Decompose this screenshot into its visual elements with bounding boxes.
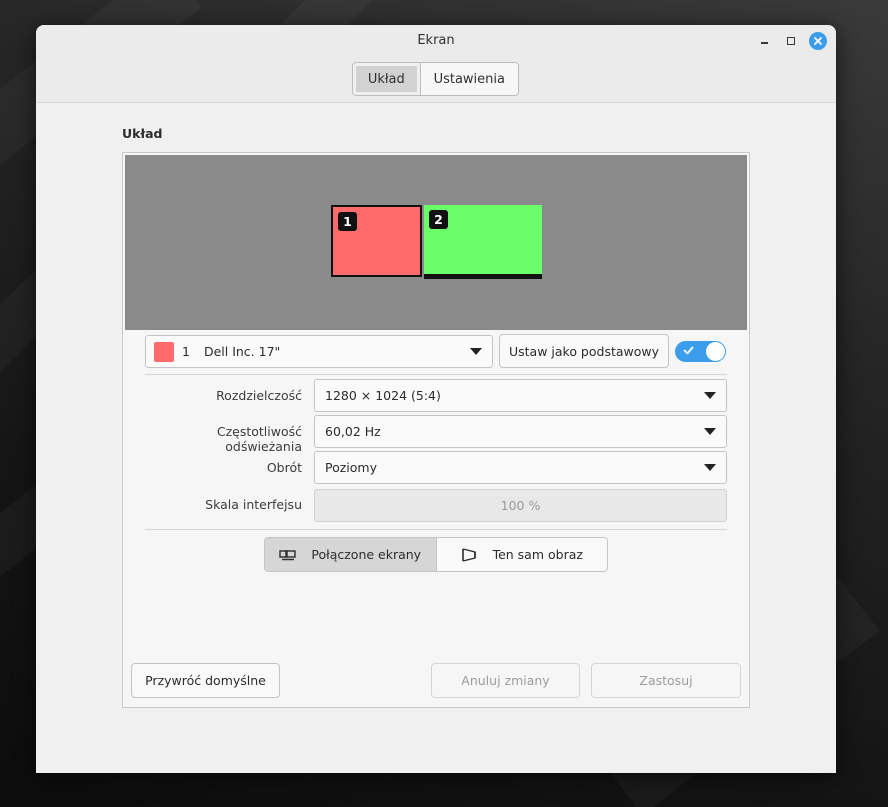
window-title: Ekran bbox=[417, 33, 455, 48]
section-title: Układ bbox=[122, 126, 163, 141]
resolution-label: Rozdzielczość bbox=[216, 388, 302, 403]
rotation-select[interactable]: Poziomy bbox=[314, 451, 727, 484]
tab-settings[interactable]: Ustawienia bbox=[420, 63, 518, 95]
dropdown-arrow-icon bbox=[704, 464, 716, 471]
monitor-2-number: 2 bbox=[429, 210, 448, 229]
set-primary-button[interactable]: Ustaw jako podstawowy bbox=[499, 334, 669, 368]
toggle-knob bbox=[706, 342, 725, 361]
refresh-rate-select[interactable]: 60,02 Hz bbox=[314, 415, 727, 448]
monitor-select-number: 1 bbox=[182, 344, 190, 359]
monitor-1-tile[interactable]: 1 bbox=[331, 205, 422, 277]
display-mode-group: Połączone ekrany Ten sam obraz bbox=[264, 537, 608, 572]
rotation-value: Poziomy bbox=[325, 460, 377, 475]
joined-displays-icon bbox=[279, 549, 297, 560]
resolution-select[interactable]: 1280 × 1024 (5:4) bbox=[314, 379, 727, 412]
rotation-label: Obrót bbox=[266, 460, 302, 475]
header-bar: Ekran Układ Ustawienia bbox=[36, 25, 836, 103]
apply-button[interactable]: Zastosuj bbox=[591, 663, 741, 698]
mirror-displays-icon bbox=[461, 547, 476, 562]
check-icon bbox=[683, 346, 694, 355]
ui-scale-label: Skala interfejsu bbox=[205, 497, 302, 512]
dropdown-arrow-icon bbox=[704, 428, 716, 435]
cancel-changes-button[interactable]: Anuluj zmiany bbox=[431, 663, 580, 698]
minimize-button[interactable] bbox=[755, 32, 773, 50]
maximize-icon bbox=[787, 37, 795, 45]
joined-displays-button[interactable]: Połączone ekrany bbox=[265, 538, 437, 571]
mirror-displays-button[interactable]: Ten sam obraz bbox=[436, 538, 607, 571]
monitor-arrangement-preview: 1 2 bbox=[125, 155, 747, 330]
mirror-displays-label: Ten sam obraz bbox=[492, 547, 583, 562]
resolution-value: 1280 × 1024 (5:4) bbox=[325, 388, 441, 403]
maximize-button[interactable] bbox=[782, 32, 800, 50]
refresh-rate-value: 60,02 Hz bbox=[325, 424, 381, 439]
monitor-2-tile[interactable]: 2 bbox=[424, 205, 542, 279]
monitor-select[interactable]: 1 Dell Inc. 17" bbox=[145, 335, 493, 368]
joined-displays-label: Połączone ekrany bbox=[311, 547, 422, 562]
layout-frame: 1 2 1 Dell Inc. 17" Ustaw jako podstawow… bbox=[122, 152, 750, 708]
close-icon bbox=[814, 37, 822, 45]
monitor-enabled-toggle[interactable] bbox=[675, 341, 726, 362]
stack-switcher: Układ Ustawienia bbox=[352, 62, 519, 96]
monitor-select-name: Dell Inc. 17" bbox=[203, 344, 281, 359]
monitor-color-swatch bbox=[154, 341, 174, 362]
restore-defaults-button[interactable]: Przywróć domyślne bbox=[131, 663, 280, 698]
dropdown-arrow-icon bbox=[470, 348, 482, 355]
ui-scale-field: 100 % bbox=[314, 489, 727, 522]
divider bbox=[145, 529, 727, 530]
refresh-rate-label: Częstotliwość odświeżania bbox=[216, 424, 302, 454]
minimize-icon bbox=[760, 42, 768, 44]
dropdown-arrow-icon bbox=[704, 392, 716, 399]
divider bbox=[145, 374, 727, 375]
display-settings-window: Ekran Układ Ustawienia Układ 1 2 1 Dell … bbox=[36, 25, 836, 773]
monitor-1-number: 1 bbox=[338, 212, 357, 231]
close-button[interactable] bbox=[809, 32, 827, 50]
tab-layout[interactable]: Układ bbox=[353, 63, 421, 95]
